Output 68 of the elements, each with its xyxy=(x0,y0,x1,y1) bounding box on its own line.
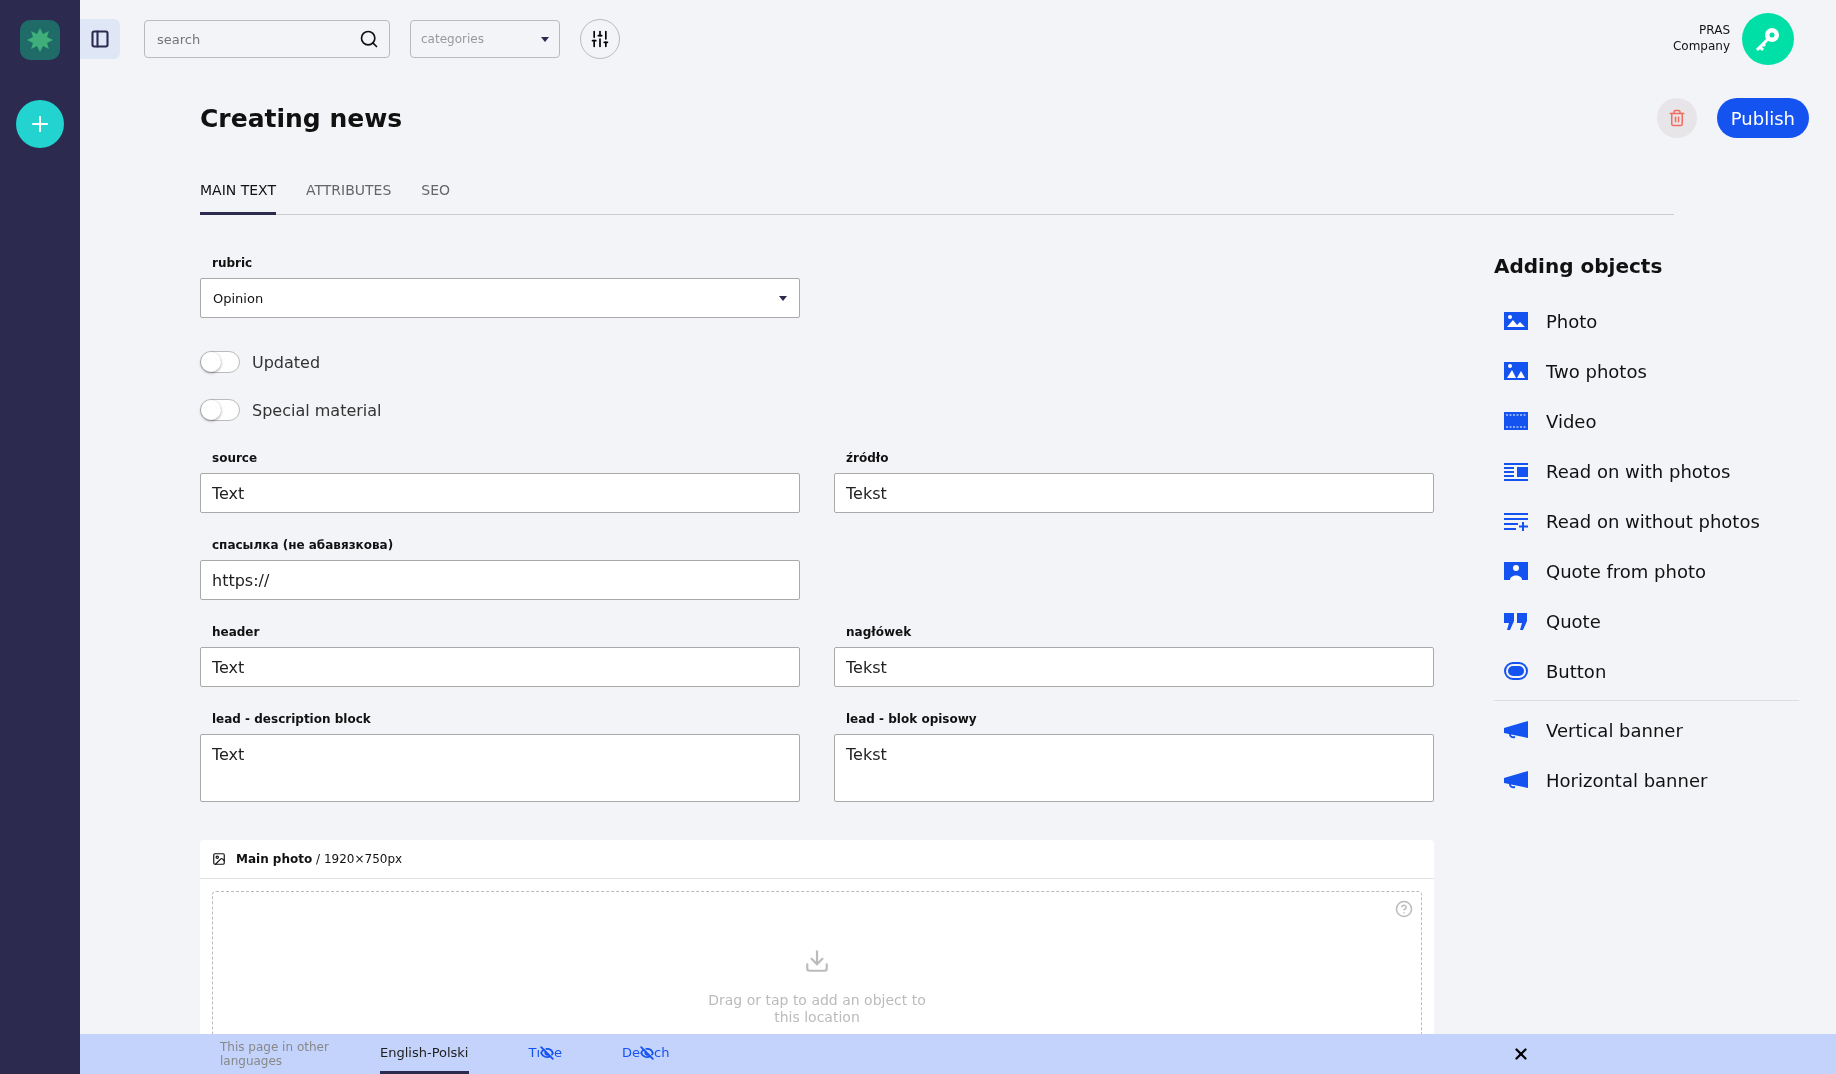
panel-title: Adding objects xyxy=(1494,254,1664,278)
field-label: source xyxy=(211,451,259,465)
drop-hint: Drag or tap to add an object to this location xyxy=(707,992,927,1026)
search-input[interactable]: search xyxy=(155,30,353,48)
search-field[interactable]: search xyxy=(144,20,390,58)
sliders-icon xyxy=(590,29,610,49)
add-object-item[interactable]: Photo xyxy=(1494,296,1799,346)
input-field[interactable]: Tekst xyxy=(834,473,1434,513)
text-area[interactable]: Text xyxy=(200,734,800,802)
field-label: спасылка (не абавязкова) xyxy=(211,538,395,552)
megaphone-icon xyxy=(1504,720,1528,740)
add-object-item[interactable]: Quote from photo xyxy=(1494,546,1799,596)
field-label: lead - blok opisowy xyxy=(845,712,978,726)
language-note: This page in other languages xyxy=(220,1039,330,1069)
add-object-item[interactable]: Quote xyxy=(1494,596,1799,646)
add-object-item[interactable]: Horizontal banner xyxy=(1494,755,1799,805)
eye-off-icon xyxy=(540,1045,555,1060)
language-tab[interactable]: Tı e xyxy=(528,1034,563,1074)
toggle-switch[interactable] xyxy=(200,351,240,373)
publish-button[interactable]: Publish xyxy=(1716,98,1809,138)
field-label: rubric xyxy=(211,256,254,270)
add-button[interactable] xyxy=(16,100,64,148)
tab[interactable]: ATTRIBUTES xyxy=(306,182,392,215)
text-area[interactable]: Tekst xyxy=(834,734,1434,802)
delete-button[interactable] xyxy=(1656,98,1697,138)
add-object-item[interactable]: Video xyxy=(1494,396,1799,446)
toggle-switch[interactable] xyxy=(200,399,240,421)
film-icon xyxy=(1504,411,1528,431)
trash-icon xyxy=(1667,109,1686,127)
person-icon xyxy=(1504,561,1528,581)
page-title: Creating news xyxy=(200,103,403,133)
rubric-dropdown[interactable]: Opinion xyxy=(200,278,800,318)
add-object-item[interactable]: Read on with photos xyxy=(1494,446,1799,496)
search-icon xyxy=(359,29,379,49)
toggle-label: Updated xyxy=(252,352,321,372)
field-label: źródło xyxy=(845,451,890,465)
close-icon xyxy=(1512,1045,1530,1063)
language-tab[interactable]: English-Polski xyxy=(380,1034,469,1074)
logo[interactable] xyxy=(20,20,60,60)
toggle-label: Special material xyxy=(252,400,382,420)
field-label: nagłówek xyxy=(845,625,913,639)
megaphone-icon xyxy=(1504,770,1528,790)
list-add-icon xyxy=(1504,511,1528,531)
add-object-item[interactable]: Button xyxy=(1494,646,1799,696)
image-icon xyxy=(212,852,226,866)
download-icon xyxy=(804,948,830,974)
account-name: PRAS Company xyxy=(1672,23,1730,55)
input-field[interactable]: https:// xyxy=(200,560,800,600)
field-label: header xyxy=(211,625,261,639)
quote-icon xyxy=(1504,611,1528,631)
two-images-icon xyxy=(1504,361,1528,381)
input-field[interactable]: Tekst xyxy=(834,647,1434,687)
add-object-item[interactable]: Vertical banner xyxy=(1494,705,1799,755)
language-tab[interactable]: De ch xyxy=(622,1034,670,1074)
eye-off-icon xyxy=(640,1045,655,1060)
panel-icon xyxy=(90,29,110,49)
sidebar-toggle-button[interactable] xyxy=(80,19,120,59)
card-title: Main photo / 1920×750px xyxy=(236,852,403,866)
input-field[interactable]: Text xyxy=(200,647,800,687)
button-icon xyxy=(1504,661,1528,681)
input-field[interactable]: Text xyxy=(200,473,800,513)
add-object-item[interactable]: Read on without photos xyxy=(1494,496,1799,546)
image-icon xyxy=(1504,311,1528,331)
text-image-icon xyxy=(1504,461,1528,481)
tab[interactable]: MAIN TEXT xyxy=(200,182,276,215)
add-object-item[interactable]: Two photos xyxy=(1494,346,1799,396)
field-label: lead - description block xyxy=(211,712,372,726)
tab[interactable]: SEO xyxy=(421,182,451,215)
